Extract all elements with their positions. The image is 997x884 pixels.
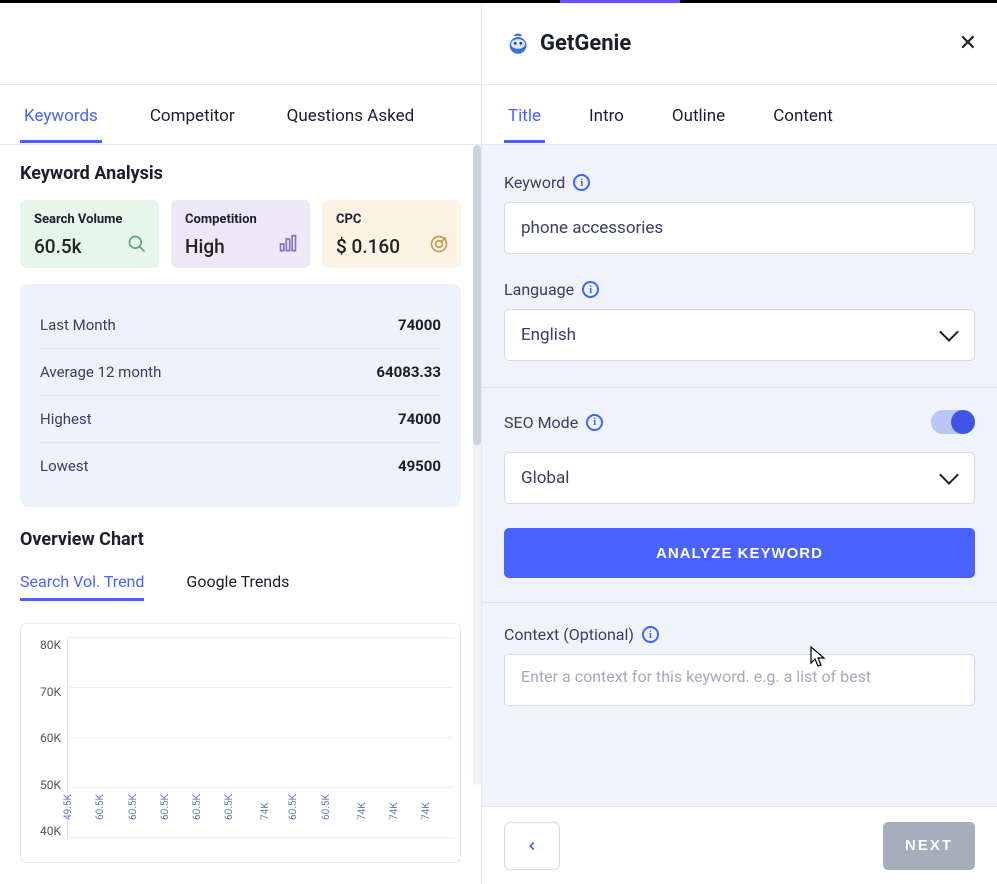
card-label: Search Volume: [34, 212, 145, 227]
stat-label: Highest: [40, 410, 92, 428]
info-icon[interactable]: i: [642, 626, 659, 643]
context-label: Context (Optional): [504, 625, 634, 644]
tab-intro[interactable]: Intro: [585, 88, 628, 142]
keyword-label: Keyword: [504, 173, 565, 192]
stat-label: Last Month: [40, 316, 116, 334]
y-tick: 50K: [25, 778, 61, 792]
info-icon[interactable]: i: [586, 414, 603, 431]
right-footer: NEXT: [482, 806, 997, 884]
stat-value: 49500: [398, 457, 441, 475]
bar-chart-icon: [278, 234, 298, 258]
context-input[interactable]: Enter a context for this keyword. e.g. a…: [504, 654, 975, 706]
card-label: CPC: [336, 212, 447, 227]
back-button[interactable]: [504, 822, 560, 870]
bar-value-label: 74K: [260, 802, 271, 820]
keyword-analysis-title: Keyword Analysis: [20, 163, 461, 184]
seo-mode-label: SEO Mode: [504, 413, 578, 432]
info-icon[interactable]: i: [582, 281, 599, 298]
y-tick: 70K: [25, 685, 61, 699]
right-body: Keyword i phone accessories Language i E…: [482, 145, 997, 806]
y-tick: 40K: [25, 824, 61, 838]
overview-chart: 80K 70K 60K 50K 40K 49.5K 60.5K 60.5K 60.5K 60.5…: [20, 623, 461, 863]
tab-questions-asked[interactable]: Questions Asked: [283, 88, 419, 142]
stat-row: Highest 74000: [40, 396, 441, 443]
stats-box: Last Month 74000 Average 12 month 64083.…: [20, 284, 461, 507]
stat-label: Lowest: [40, 457, 89, 475]
card-search-volume: Search Volume 60.5k: [20, 200, 159, 268]
bar-value-label: 60.5K: [224, 794, 235, 820]
stat-row: Last Month 74000: [40, 302, 441, 349]
bar-value-label: 74K: [421, 802, 432, 820]
tab-content[interactable]: Content: [769, 88, 837, 142]
tab-keywords[interactable]: Keywords: [20, 88, 102, 142]
card-label: Competition: [185, 212, 296, 227]
right-tabs: Title Intro Outline Content: [482, 85, 997, 145]
card-cpc: CPC $ 0.160: [322, 200, 461, 268]
language-label: Language: [504, 280, 574, 299]
bar-value-label: 60.5K: [95, 794, 106, 820]
analyze-keyword-button[interactable]: ANALYZE KEYWORD: [504, 528, 975, 578]
region-select[interactable]: Global: [504, 452, 975, 504]
info-icon[interactable]: i: [573, 174, 590, 191]
logo: GetGenie: [504, 30, 631, 58]
close-icon[interactable]: ✕: [959, 31, 977, 56]
brand-name: GetGenie: [540, 31, 631, 56]
bar-value-label: 60.5K: [160, 794, 171, 820]
card-competition: Competition High: [171, 200, 310, 268]
bar-value-label: 60.5K: [321, 794, 332, 820]
left-tabs: Keywords Competitor Questions Asked: [0, 85, 481, 145]
language-select[interactable]: English: [504, 309, 975, 361]
bar-value-label: 60.5K: [288, 794, 299, 820]
keyword-input[interactable]: phone accessories: [504, 202, 975, 254]
overview-chart-title: Overview Chart: [20, 529, 461, 550]
right-header: GetGenie ✕: [482, 3, 997, 85]
stat-label: Average 12 month: [40, 363, 161, 381]
left-panel: Keywords Competitor Questions Asked Keyw…: [0, 3, 482, 884]
stat-row: Lowest 49500: [40, 443, 441, 489]
bar-value-label: 60.5K: [192, 794, 203, 820]
tab-outline[interactable]: Outline: [668, 88, 729, 142]
tab-title[interactable]: Title: [504, 88, 545, 142]
tab-competitor[interactable]: Competitor: [146, 88, 239, 142]
genie-icon: [504, 30, 532, 58]
y-tick: 60K: [25, 731, 61, 745]
stat-value: 64083.33: [376, 363, 441, 381]
bar-value-label: 74K: [357, 802, 368, 820]
bar-value-label: 49.5K: [63, 794, 74, 820]
target-icon: [429, 234, 449, 258]
chart-tab-search-vol[interactable]: Search Vol. Trend: [20, 572, 144, 601]
chart-tab-google-trends[interactable]: Google Trends: [186, 572, 289, 601]
chart-tabs: Search Vol. Trend Google Trends: [20, 572, 461, 601]
bar-value-label: 74K: [389, 802, 400, 820]
stat-value: 74000: [398, 410, 441, 428]
right-panel: GetGenie ✕ Title Intro Outline Content K…: [482, 3, 997, 884]
stat-row: Average 12 month 64083.33: [40, 349, 441, 396]
scrollbar[interactable]: [473, 145, 481, 785]
y-tick: 80K: [25, 638, 61, 652]
bar-value-label: 60.5K: [128, 794, 139, 820]
search-icon: [127, 234, 147, 258]
chevron-left-icon: [525, 836, 539, 856]
seo-mode-toggle[interactable]: [931, 410, 975, 434]
next-button[interactable]: NEXT: [883, 822, 975, 870]
stat-value: 74000: [398, 316, 441, 334]
